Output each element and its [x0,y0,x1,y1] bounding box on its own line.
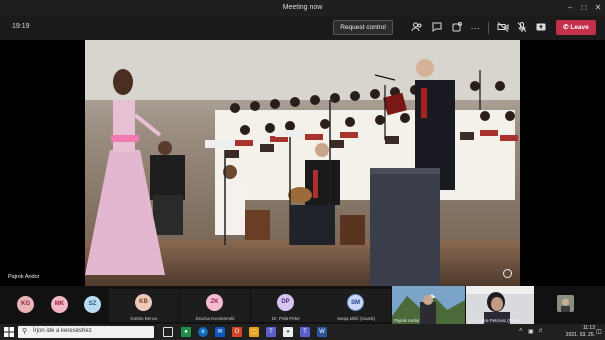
mic-off-icon[interactable] [515,21,529,35]
title-bar: Meeting now – □ ✕ [0,0,605,16]
video-tile-name: Pajrok Andor [394,318,420,323]
edge-browser-icon[interactable]: e [198,327,208,337]
file-explorer-icon[interactable]: ▢ [249,327,259,337]
concert-scene-image [85,40,520,286]
participant-tile-zk[interactable]: ZK Zsuzsa Kecskeméti [180,289,250,322]
toolbar-divider [488,22,489,34]
participant-name: Dr. Pölä Péter [271,316,300,321]
store-app-icon[interactable]: ● [181,327,191,337]
participant-tile-sm[interactable]: SM Sanja Milić (Guest) [321,289,391,322]
teams-app-icon[interactable]: T [266,327,276,337]
camera-off-icon[interactable] [496,21,510,35]
self-view-image [557,295,574,312]
phone-icon: ✆ [563,24,569,31]
windows-taskbar: ⚲ Írjon ide a kereséshez ● e ✉ O ▢ T ● T… [0,324,605,340]
participant-name: Kürtös Bence [130,316,158,321]
share-screen-icon[interactable] [534,21,548,35]
self-view-tile[interactable] [557,295,574,312]
chrome-browser-icon[interactable]: ● [283,327,293,337]
office-app-icon[interactable]: O [232,327,242,337]
network-icon[interactable]: ▣ [528,328,534,335]
more-options-icon[interactable]: ⋯ [468,21,482,35]
expand-video-icon[interactable] [503,269,512,278]
notifications-icon[interactable]: ◫ [596,328,602,335]
taskbar-date: 2021. 03. 25. [565,332,595,338]
word-app-icon[interactable]: W [317,327,327,337]
mail-app-icon[interactable]: ✉ [215,327,225,337]
main-speaker-name: Pajrok Andor [8,274,40,280]
participant-avatar: KB [135,294,152,311]
video-tile-olivera[interactable]: dr. Olivera Petrovic (Guest) [466,286,534,324]
participant-avatar-sz[interactable]: SZ [84,296,101,313]
leave-label: Leave [570,24,589,31]
video-tile-name: dr. Olivera Petrovic (Guest) [468,318,523,323]
participant-strip: KG MK SZ KB Kürtös Bence ZK Zsuzsa Kecsk… [0,286,605,324]
meeting-timer: 19:19 [12,23,30,30]
tray-chevron-icon[interactable]: ˄ [519,328,523,334]
participants-icon[interactable] [410,21,424,35]
close-icon[interactable]: ✕ [591,0,605,16]
search-icon: ⚲ [22,328,28,335]
search-placeholder: Írjon ide a kereséshez [33,328,92,334]
volume-icon[interactable]: ♬ [538,328,544,334]
windows-start-icon[interactable] [4,327,14,337]
participant-avatar: SM [347,294,364,311]
taskbar-clock[interactable]: 11:13 2021. 03. 25. [566,325,595,339]
taskbar-search[interactable]: ⚲ Írjon ide a kereséshez [18,326,154,338]
taskbar-time: 11:13 [582,325,595,331]
reactions-icon[interactable] [450,21,464,35]
participant-avatar: ZK [206,294,223,311]
window-title: Meeting now [282,4,323,11]
chat-icon[interactable] [430,21,444,35]
task-view-icon[interactable] [163,327,173,337]
participant-avatar-mk[interactable]: MK [51,296,68,313]
request-control-button[interactable]: Request control [333,20,393,35]
main-video-stage: Pajrok Andor [0,40,605,286]
participant-avatar: DP [277,294,294,311]
participant-tile-dp[interactable]: DP Dr. Pölä Péter [251,289,321,322]
shared-video-feed [85,40,520,286]
maximize-icon[interactable]: □ [577,0,591,16]
participant-tile-kb[interactable]: KB Kürtös Bence [109,289,179,322]
participant-name: Sanja Milić (Guest) [336,316,375,321]
teams-window-icon[interactable]: T [300,327,310,337]
minimize-icon[interactable]: – [563,0,577,16]
participant-name: Zsuzsa Kecskeméti [195,316,235,321]
participant-avatar-kg[interactable]: KG [17,296,34,313]
video-tile-pajrok[interactable]: Pajrok Andor [392,286,465,324]
leave-button[interactable]: ✆ Leave [556,20,596,35]
teams-meeting-window: Meeting now – □ ✕ 19:19 Request control … [0,0,605,340]
meeting-toolbar: 19:19 Request control ⋯ ✆ Leave [0,16,605,40]
